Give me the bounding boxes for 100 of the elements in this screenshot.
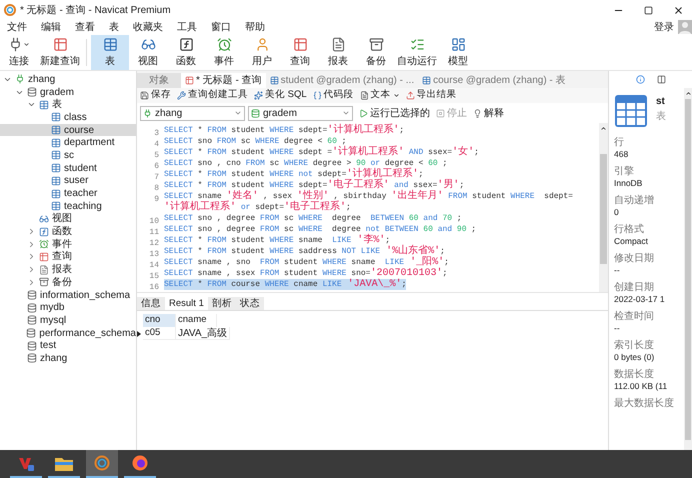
line-number: 12 [149, 238, 159, 248]
lightbulb-icon [473, 108, 482, 118]
tree-item[interactable]: student [0, 162, 136, 174]
tree-item[interactable]: mydb [0, 301, 136, 314]
line-number: 16 [149, 282, 159, 292]
tree-item[interactable]: performance_schema [0, 326, 136, 340]
menu-item[interactable]: 文件 [0, 20, 34, 34]
menu-item[interactable]: 工具 [170, 20, 204, 34]
tree-item[interactable]: mysql [0, 314, 136, 327]
table-icon [51, 150, 61, 160]
table-icon [422, 76, 432, 85]
table-icon [102, 36, 118, 52]
scroll-up-icon[interactable] [684, 90, 692, 97]
editor-tool-button[interactable]: 导出结果 [406, 88, 457, 103]
taskbar-button[interactable] [86, 450, 118, 478]
editor-tool-button[interactable]: 保存 [140, 88, 171, 103]
chevron-right-icon[interactable] [27, 227, 36, 236]
tree-item[interactable]: 视图 [0, 212, 136, 226]
tree-item[interactable]: department [0, 136, 136, 150]
database-select[interactable]: gradem [248, 106, 353, 120]
tree-item-label: course [64, 124, 94, 138]
property-label: 修改日期 [614, 252, 655, 265]
toolbar-button[interactable]: 新建查询 [38, 35, 82, 70]
toolbar-button[interactable]: 视图 [129, 35, 167, 70]
close-icon[interactable] [673, 4, 684, 16]
toolbar-button[interactable]: 备份 [357, 35, 395, 70]
panel-icon[interactable] [656, 75, 666, 84]
toolbar-button[interactable]: 自动运行 [395, 35, 439, 70]
tree-item[interactable]: zhang [0, 352, 136, 365]
menu-item[interactable]: 窗口 [204, 20, 238, 34]
toolbar-button[interactable]: 事件 [205, 35, 243, 70]
toolbar-button[interactable]: 连接 [0, 35, 38, 70]
caret-icon[interactable] [23, 40, 30, 48]
info-icon[interactable] [636, 75, 644, 84]
property-label: 数据长度 [614, 368, 655, 381]
toolbar-button[interactable]: 函数 [167, 35, 205, 70]
tree-item[interactable]: gradem [0, 86, 136, 98]
tree-item[interactable]: 报表 [0, 263, 136, 276]
editor-tool-button[interactable]: 文本 [360, 88, 400, 103]
toolbar-button[interactable]: 用户 [243, 35, 281, 70]
tree-item[interactable]: 事件 [0, 238, 136, 251]
tree-item-label: 备份 [52, 276, 72, 290]
menu-item[interactable]: 帮助 [238, 20, 272, 34]
menu-item[interactable]: 收藏夹 [126, 20, 170, 34]
tree-item-label: teacher [64, 187, 98, 202]
login-link[interactable]: 登录 [654, 20, 674, 34]
toolbar-button[interactable]: 查询 [281, 35, 319, 70]
result-tab[interactable]: 信息 [137, 297, 165, 310]
code-line: SELECT sname , sno FROM student WHERE sname LIKE '_阳%'; [164, 257, 449, 268]
editor-tool-button[interactable]: 代码段 [312, 88, 354, 103]
column-header[interactable]: cno [143, 314, 176, 327]
scrollbar[interactable] [599, 123, 608, 292]
database-icon [27, 315, 37, 326]
result-tab[interactable]: 剖析 [208, 297, 236, 310]
toolbar-button[interactable]: 表 [91, 35, 129, 70]
chevron-right-icon[interactable] [27, 278, 36, 287]
tree-item[interactable]: class [0, 111, 136, 124]
scrollbar[interactable] [684, 88, 692, 450]
property-value: 468 [614, 149, 630, 160]
run-toolbar-button[interactable]: 解释 [473, 106, 504, 120]
tab[interactable]: 对象 [137, 73, 181, 88]
editor-tool-button[interactable]: 美化 SQL [254, 88, 307, 103]
tree-item[interactable]: 备份 [0, 276, 136, 289]
chevron-right-icon[interactable] [27, 252, 36, 262]
save-icon [140, 91, 149, 100]
property-value: 2022-03-17 1 [614, 294, 666, 305]
maximize-icon[interactable] [644, 6, 653, 14]
property-value: 0 bytes (0) [614, 352, 656, 363]
tab[interactable]: * 无标题 - 查询 [181, 73, 266, 88]
table-icon [52, 36, 68, 52]
table-icon [51, 201, 61, 212]
tree-item[interactable]: information_schema [0, 288, 136, 302]
tree-item[interactable]: 表 [0, 98, 136, 112]
property-value: 112.00 KB (11 [614, 381, 668, 392]
chevron-right-icon[interactable] [27, 265, 36, 274]
result-tab[interactable]: 状态 [236, 297, 264, 310]
code-line: SELECT * FROM student WHERE not sdept='计算机工程系'; [164, 169, 424, 180]
archive-icon [39, 277, 49, 288]
line-number: 5 [154, 150, 159, 160]
menu-item[interactable]: 编辑 [34, 20, 68, 34]
tree-item[interactable]: teaching [0, 200, 136, 213]
tree-item[interactable]: course [0, 124, 136, 136]
run-toolbar-button[interactable]: 运行已选择的 [359, 106, 430, 120]
tree-item[interactable]: suser [0, 174, 136, 188]
property-value: 0 [614, 207, 620, 218]
tree-item[interactable]: teacher [0, 187, 136, 200]
toolbar-button[interactable]: 模型 [439, 35, 477, 70]
scroll-up-icon[interactable] [600, 125, 607, 132]
tree-item[interactable]: 查询 [0, 250, 136, 264]
tree-item[interactable]: zhang [0, 73, 136, 86]
editor-tool-button[interactable]: 查询创建工具 [177, 88, 248, 103]
column-header[interactable]: cname [176, 314, 217, 327]
menu-item[interactable]: 表 [102, 20, 126, 34]
tree-item[interactable]: sc [0, 149, 136, 162]
tree-item[interactable]: test [0, 339, 136, 352]
chevron-right-icon[interactable] [27, 240, 36, 249]
connection-select[interactable]: zhang [140, 106, 245, 120]
menu-item[interactable]: 查看 [68, 20, 102, 34]
toolbar-button[interactable]: 报表 [319, 35, 357, 70]
tree-item[interactable]: 函数 [0, 225, 136, 238]
